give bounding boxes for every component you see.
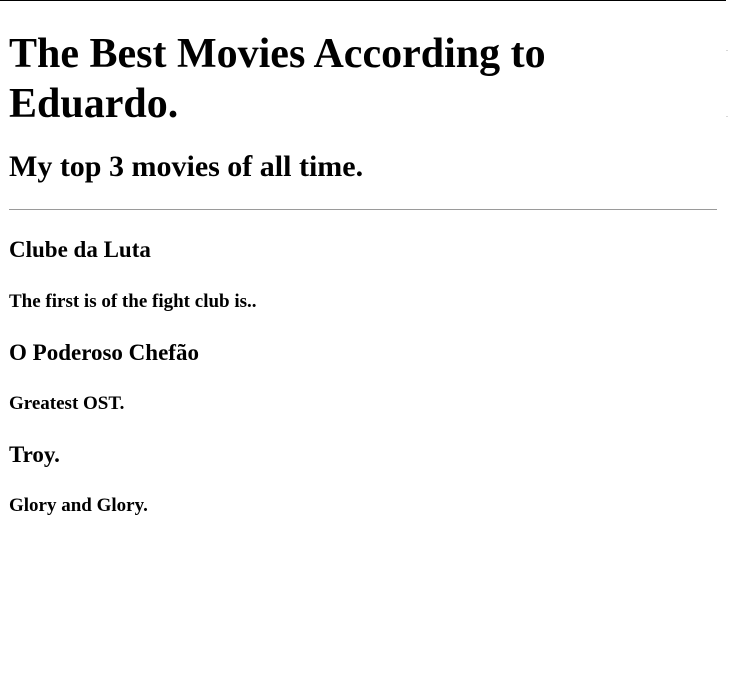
edge-artifact-bottom — [726, 116, 728, 117]
movie-description-2: Greatest OST. — [9, 393, 125, 414]
movie-title-3: Troy. — [9, 442, 60, 467]
page-subtitle: My top 3 movies of all time. — [9, 150, 364, 183]
edge-artifact-top — [726, 50, 728, 51]
page-title: The Best Movies According to Eduardo. — [9, 31, 546, 127]
movie-description-3: Glory and Glory. — [9, 495, 148, 516]
movie-list: Clube da Luta The first is of the fight … — [9, 236, 717, 518]
page-content: The Best Movies According to Eduardo. My… — [9, 0, 717, 518]
movie-description-1: The first is of the fight club is.. — [9, 291, 257, 312]
movie-title-2: O Poderoso Chefão — [9, 340, 199, 365]
movie-title-1: Clube da Luta — [9, 237, 151, 262]
section-divider — [9, 209, 717, 210]
